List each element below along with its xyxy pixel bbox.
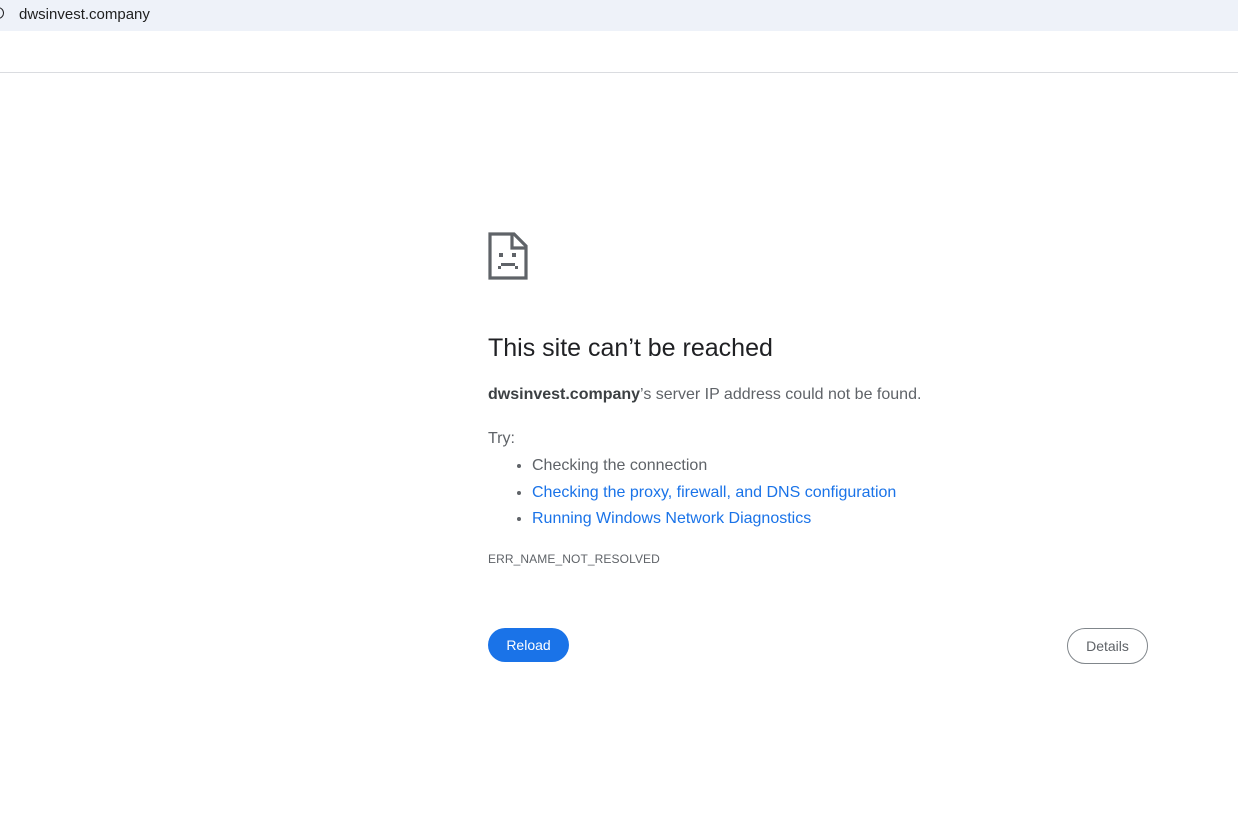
bookmarks-bar [0, 31, 1238, 73]
suggestion-network-diagnostics-link[interactable]: Running Windows Network Diagnostics [532, 506, 896, 533]
page-title: This site can’t be reached [488, 334, 773, 362]
error-message-suffix: ’s server IP address could not be found. [640, 386, 922, 403]
error-code: ERR_NAME_NOT_RESOLVED [488, 552, 660, 566]
details-button[interactable]: Details [1067, 628, 1148, 664]
suggestion-check-connection: Checking the connection [532, 453, 896, 480]
sad-document-icon [488, 232, 528, 280]
reload-button[interactable]: Reload [488, 628, 569, 662]
url-text[interactable]: dwsinvest.company [19, 6, 150, 24]
error-message: dwsinvest.company’s server IP address co… [488, 384, 921, 406]
site-info-icon[interactable] [0, 7, 4, 19]
try-label: Try: [488, 430, 515, 447]
suggestions-list: Checking the connection Checking the pro… [488, 453, 896, 533]
address-bar[interactable]: dwsinvest.company [0, 0, 1238, 31]
error-host: dwsinvest.company [488, 386, 641, 403]
suggestion-check-proxy-link[interactable]: Checking the proxy, firewall, and DNS co… [532, 480, 896, 507]
